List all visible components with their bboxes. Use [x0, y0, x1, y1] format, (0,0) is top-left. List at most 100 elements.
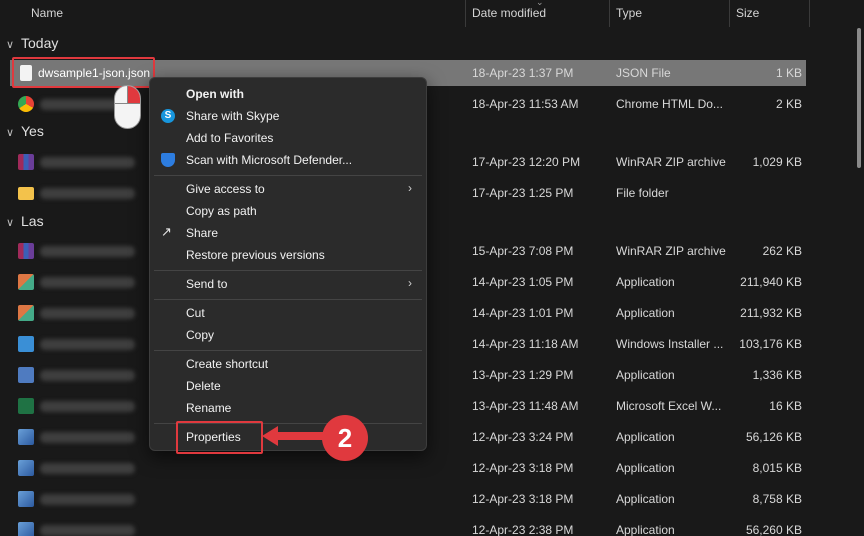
share-icon: ↗	[161, 224, 172, 239]
chevron-down-icon: ∨	[6, 39, 15, 51]
button-line	[115, 103, 140, 104]
file-type: Application	[616, 430, 675, 444]
menu-item-rename[interactable]: Rename	[150, 397, 426, 419]
file-row[interactable]: 12-Apr-23 2:38 PM Application 56,260 KB	[10, 517, 806, 536]
file-date: 14-Apr-23 11:18 AM	[472, 337, 579, 351]
blurred-file-name	[40, 157, 135, 168]
file-date: 13-Apr-23 1:29 PM	[472, 368, 574, 382]
group-yesterday[interactable]: ∨ Yes	[6, 123, 44, 139]
menu-item-label: Create shortcut	[186, 357, 269, 371]
blurred-file-name	[40, 463, 135, 474]
column-type[interactable]: Type	[616, 6, 642, 20]
folder-icon	[18, 187, 34, 200]
menu-item-share[interactable]: ↗ Share	[150, 222, 426, 244]
defender-shield-icon	[161, 153, 175, 167]
group-label: Yes	[21, 123, 44, 139]
file-type: JSON File	[616, 66, 671, 80]
file-type: Application	[616, 275, 675, 289]
group-label: Today	[21, 35, 59, 51]
file-size: 8,758 KB	[752, 492, 802, 506]
file-type: Application	[616, 306, 675, 320]
file-type: Application	[616, 368, 675, 382]
menu-item-label: Delete	[186, 379, 221, 393]
file-size: 1 KB	[775, 66, 802, 80]
blurred-file-name	[40, 246, 135, 257]
menu-item-send-to[interactable]: Send to ›	[150, 273, 426, 295]
file-date: 17-Apr-23 1:25 PM	[472, 186, 574, 200]
file-type: WinRAR ZIP archive	[616, 155, 726, 169]
file-size: 211,932 KB	[740, 306, 802, 320]
menu-item-label: Give access to	[186, 182, 265, 196]
menu-item-restore-versions[interactable]: Restore previous versions	[150, 244, 426, 266]
group-last-week[interactable]: ∨ Las	[6, 213, 44, 229]
setup-icon	[18, 491, 34, 507]
winrar-icon	[18, 154, 34, 170]
file-date: 12-Apr-23 3:24 PM	[472, 430, 574, 444]
menu-item-copy-path[interactable]: Copy as path	[150, 200, 426, 222]
chevron-right-icon: ›	[408, 276, 412, 290]
file-highlight-box	[12, 57, 155, 88]
column-size[interactable]: Size	[736, 6, 759, 20]
application-icon	[18, 305, 34, 321]
file-date: 12-Apr-23 3:18 PM	[472, 461, 574, 475]
file-type: Chrome HTML Do...	[616, 97, 723, 111]
application-icon	[18, 274, 34, 290]
setup-icon	[18, 460, 34, 476]
skype-icon: S	[161, 109, 175, 123]
column-name[interactable]: Name	[31, 6, 63, 20]
menu-item-label: Share with Skype	[186, 109, 280, 123]
menu-item-share-skype[interactable]: S Share with Skype	[150, 105, 426, 127]
setup-icon	[18, 429, 34, 445]
menu-item-open-with[interactable]: Open with	[150, 83, 426, 105]
column-divider	[609, 0, 610, 27]
group-label: Las	[21, 213, 44, 229]
menu-item-label: Restore previous versions	[186, 248, 325, 262]
blurred-file-name	[40, 188, 135, 199]
file-type: Application	[616, 523, 675, 536]
file-type: Windows Installer ...	[616, 337, 724, 351]
file-date: 14-Apr-23 1:01 PM	[472, 306, 574, 320]
file-row[interactable]: 12-Apr-23 3:18 PM Application 8,758 KB	[10, 486, 806, 512]
column-divider	[465, 0, 466, 27]
file-date: 13-Apr-23 11:48 AM	[472, 399, 579, 413]
blurred-file-name	[40, 277, 135, 288]
menu-item-label: Scan with Microsoft Defender...	[186, 153, 353, 167]
menu-item-cut[interactable]: Cut	[150, 302, 426, 324]
installer-icon	[18, 336, 34, 352]
file-size: 56,126 KB	[745, 430, 802, 444]
file-date: 12-Apr-23 3:18 PM	[472, 492, 574, 506]
file-size: 103,176 KB	[739, 337, 802, 351]
menu-item-scan-defender[interactable]: Scan with Microsoft Defender...	[150, 149, 426, 171]
menu-item-label: Share	[186, 226, 219, 240]
file-size: 1,336 KB	[752, 368, 802, 382]
file-size: 1,029 KB	[752, 155, 802, 169]
menu-item-give-access[interactable]: Give access to ›	[150, 178, 426, 200]
excel-icon	[18, 398, 34, 414]
menu-separator	[154, 175, 422, 176]
menu-item-delete[interactable]: Delete	[150, 375, 426, 397]
setup-icon	[18, 522, 34, 536]
menu-separator	[154, 299, 422, 300]
column-divider	[809, 0, 810, 27]
chrome-icon	[18, 96, 34, 112]
file-size: 211,940 KB	[740, 275, 802, 289]
button-divider	[127, 86, 128, 103]
file-date: 14-Apr-23 1:05 PM	[472, 275, 574, 289]
step-number-badge: 2	[322, 415, 368, 461]
menu-item-copy[interactable]: Copy	[150, 324, 426, 346]
blurred-file-name	[40, 308, 135, 319]
winrar-icon	[18, 243, 34, 259]
group-today[interactable]: ∨ Today	[6, 35, 58, 51]
file-size: 16 KB	[769, 399, 802, 413]
column-date-modified[interactable]: Date modified	[472, 6, 546, 20]
menu-item-create-shortcut[interactable]: Create shortcut	[150, 353, 426, 375]
vertical-scrollbar[interactable]	[857, 28, 861, 168]
file-size: 56,260 KB	[745, 523, 802, 536]
file-row[interactable]: 12-Apr-23 3:18 PM Application 8,015 KB	[10, 455, 806, 481]
chevron-right-icon: ›	[408, 181, 412, 195]
menu-item-add-favorites[interactable]: Add to Favorites	[150, 127, 426, 149]
column-divider	[729, 0, 730, 27]
column-header-bar: Name ⌄ Date modified Type Size	[0, 0, 850, 27]
properties-highlight-box	[176, 421, 263, 454]
file-type: Microsoft Excel W...	[616, 399, 722, 413]
